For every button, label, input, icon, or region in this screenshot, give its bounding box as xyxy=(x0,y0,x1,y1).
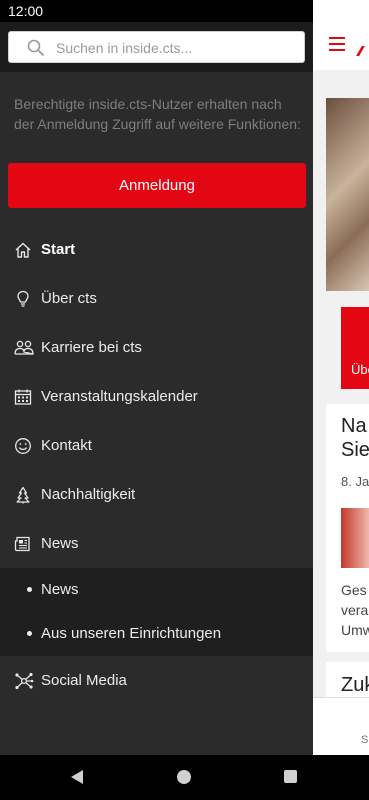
search-bar-container: Suchen in inside.cts... xyxy=(0,22,313,72)
menu-item-start[interactable]: Start xyxy=(0,225,313,274)
news-card-date: 8. Jan xyxy=(341,474,369,489)
hamburger-menu-icon[interactable] xyxy=(329,37,345,51)
login-info-text: Berechtigte inside.cts-Nutzer erhalten n… xyxy=(14,96,301,132)
promo-banner[interactable]: Übe xyxy=(341,307,369,389)
people-icon xyxy=(14,339,34,357)
menu-item-veranstaltungskalender[interactable]: Veranstaltungskalender xyxy=(0,372,313,421)
back-icon[interactable] xyxy=(70,769,84,785)
news-card-text: Ges vera Umw xyxy=(341,582,369,638)
news-submenu: News Aus unseren Einrichtungen xyxy=(0,568,313,656)
news-card[interactable]: NaSie 8. Jan GesveraUmw xyxy=(326,404,369,652)
news-card-2[interactable]: Zuk xyxy=(326,662,369,702)
drawer-menu: Start Über cts Karriere bei cts Veransta… xyxy=(0,225,313,705)
search-placeholder: Suchen in inside.cts... xyxy=(56,40,193,56)
menu-item-karriere[interactable]: Karriere bei cts xyxy=(0,323,313,372)
home-button-icon[interactable] xyxy=(177,770,191,784)
menu-item-news[interactable]: News xyxy=(0,519,313,568)
menu-item-kontakt[interactable]: Kontakt xyxy=(0,421,313,470)
search-input[interactable]: Suchen in inside.cts... xyxy=(8,31,305,63)
submenu-item-news[interactable]: News xyxy=(0,568,313,612)
bullet-icon xyxy=(27,587,32,592)
recent-apps-icon[interactable] xyxy=(284,770,297,783)
bottom-navigation[interactable]: S xyxy=(313,697,369,755)
tree-icon xyxy=(14,486,32,504)
logo-icon xyxy=(356,46,369,56)
smiley-icon xyxy=(14,437,32,455)
menu-item-nachhaltigkeit[interactable]: Nachhaltigkeit xyxy=(0,470,313,519)
bullet-icon xyxy=(27,631,32,636)
submenu-item-aus-unseren-einrichtungen[interactable]: Aus unseren Einrichtungen xyxy=(0,612,313,656)
news-card-title: Na Sie xyxy=(341,415,369,461)
home-icon xyxy=(14,241,32,259)
menu-item-ueber-cts[interactable]: Über cts xyxy=(0,274,313,323)
login-button[interactable]: Anmeldung xyxy=(8,163,306,208)
calendar-icon xyxy=(14,388,32,406)
system-navigation-bar xyxy=(0,755,369,800)
navigation-drawer: Suchen in inside.cts... Berechtigte insi… xyxy=(0,22,313,755)
menu-item-social-media[interactable]: Social Media xyxy=(0,656,313,705)
hero-image xyxy=(326,98,369,291)
status-time: 12:00 xyxy=(8,3,44,19)
newspaper-icon xyxy=(14,535,32,553)
network-icon xyxy=(14,672,34,690)
lightbulb-icon xyxy=(14,290,32,308)
status-bar: 12:00 xyxy=(0,0,313,22)
app-top-bar xyxy=(313,22,369,70)
news-card-image xyxy=(341,508,369,568)
search-icon xyxy=(27,39,45,57)
